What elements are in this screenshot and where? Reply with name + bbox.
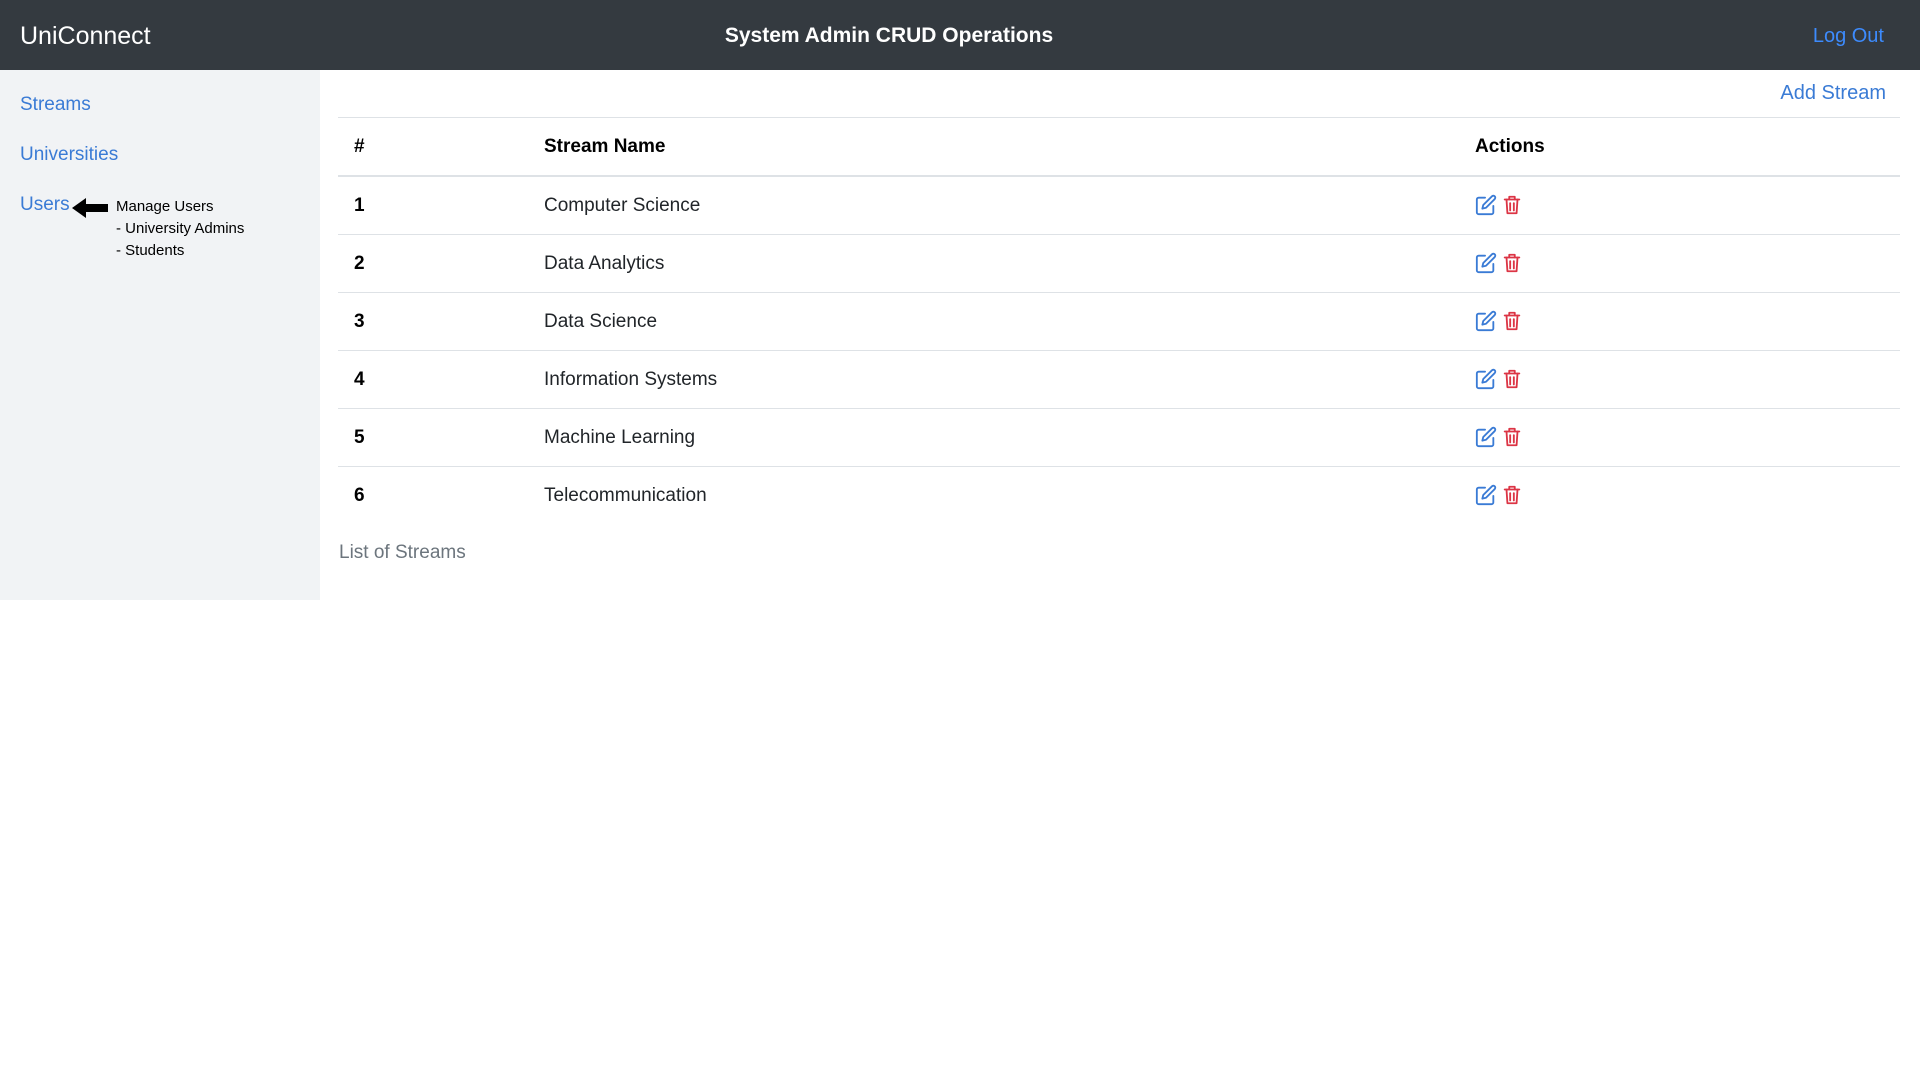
row-number: 6	[338, 466, 528, 524]
streams-table: # Stream Name Actions 1 Computer Science 2…	[338, 117, 1900, 524]
row-number: 1	[338, 175, 528, 235]
trash-icon[interactable]	[1501, 194, 1523, 216]
column-header-number: #	[338, 117, 528, 177]
users-annotation: Manage Users - University Admins - Stude…	[116, 196, 244, 262]
annotation-line: Manage Users	[116, 198, 214, 215]
actions-cell	[1459, 234, 1900, 293]
edit-icon[interactable]	[1475, 484, 1497, 506]
stream-name-cell: Information Systems	[528, 350, 1459, 409]
column-header-actions: Actions	[1459, 117, 1900, 177]
logout-link[interactable]: Log Out	[1813, 0, 1884, 72]
table-caption: List of Streams	[339, 542, 466, 563]
stream-name-cell: Computer Science	[528, 175, 1459, 235]
trash-icon[interactable]	[1501, 368, 1523, 390]
edit-icon[interactable]	[1475, 426, 1497, 448]
edit-icon[interactable]	[1475, 368, 1497, 390]
table-row: 6 Telecommunication	[338, 466, 1900, 524]
row-number: 3	[338, 292, 528, 351]
stream-name-cell: Telecommunication	[528, 466, 1459, 524]
actions-cell	[1459, 350, 1900, 409]
arrow-left-icon	[72, 198, 108, 218]
stream-name-cell: Data Science	[528, 292, 1459, 351]
edit-icon[interactable]	[1475, 194, 1497, 216]
edit-icon[interactable]	[1475, 310, 1497, 332]
actions-cell	[1459, 466, 1900, 524]
top-navbar: UniConnect System Admin CRUD Operations …	[0, 0, 1920, 70]
sidebar-item-streams[interactable]: Streams	[20, 94, 91, 116]
trash-icon[interactable]	[1501, 484, 1523, 506]
edit-icon[interactable]	[1475, 252, 1497, 274]
trash-icon[interactable]	[1501, 310, 1523, 332]
add-stream-link[interactable]: Add Stream	[1780, 82, 1886, 105]
annotation-line: - Students	[116, 242, 185, 259]
table-header-row: # Stream Name Actions	[338, 117, 1900, 177]
table-row: 5 Machine Learning	[338, 408, 1900, 467]
table-row: 2 Data Analytics	[338, 234, 1900, 293]
stream-name-cell: Machine Learning	[528, 408, 1459, 467]
column-header-stream-name: Stream Name	[528, 117, 1459, 177]
page-title: System Admin CRUD Operations	[724, 24, 1054, 47]
row-number: 5	[338, 408, 528, 467]
actions-cell	[1459, 175, 1900, 235]
sidebar: Streams Universities Users Manage Users …	[0, 70, 320, 600]
actions-cell	[1459, 292, 1900, 351]
sidebar-item-universities[interactable]: Universities	[20, 144, 118, 166]
annotation-line: - University Admins	[116, 220, 245, 237]
actions-cell	[1459, 408, 1900, 467]
sidebar-item-users[interactable]: Users	[20, 194, 70, 216]
trash-icon[interactable]	[1501, 252, 1523, 274]
table-row: 1 Computer Science	[338, 175, 1900, 235]
row-number: 4	[338, 350, 528, 409]
table-row: 4 Information Systems	[338, 350, 1900, 409]
table-row: 3 Data Science	[338, 292, 1900, 351]
row-number: 2	[338, 234, 528, 293]
trash-icon[interactable]	[1501, 426, 1523, 448]
stream-name-cell: Data Analytics	[528, 234, 1459, 293]
